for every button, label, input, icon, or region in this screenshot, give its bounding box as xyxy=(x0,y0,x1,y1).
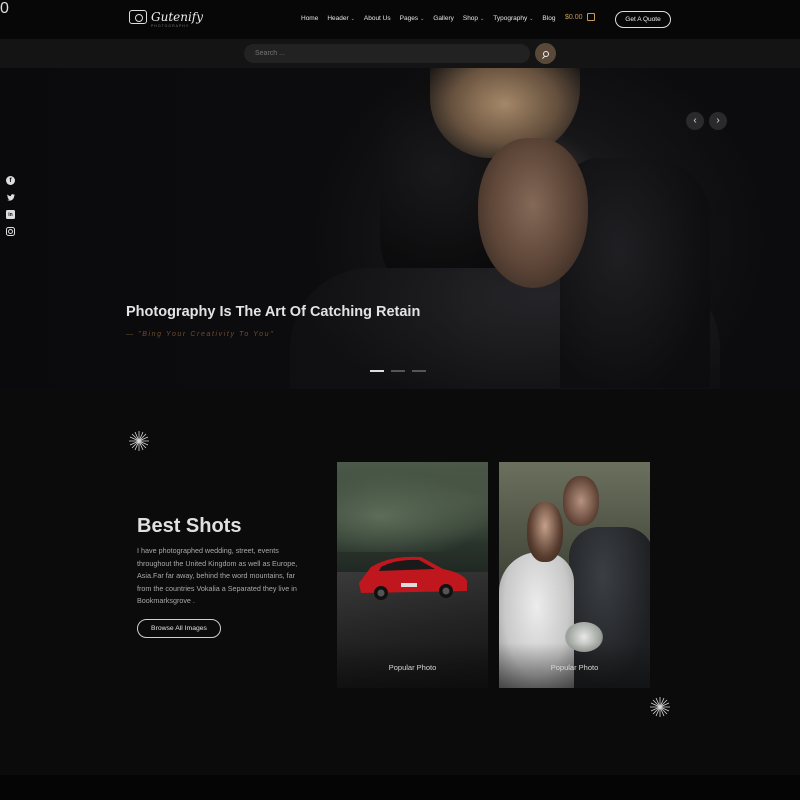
photo-groom xyxy=(563,476,599,526)
chevron-left-icon: ‹ xyxy=(693,115,697,126)
hero-overlay xyxy=(0,68,800,389)
browse-all-images-button[interactable]: Browse All Images xyxy=(137,619,221,638)
slider-prev-button[interactable]: ‹ xyxy=(686,112,704,130)
search-input[interactable] xyxy=(244,44,530,63)
facebook-icon[interactable]: f xyxy=(6,176,15,185)
photo-caption: Popular Photo xyxy=(388,663,437,672)
slider-pagination xyxy=(370,370,426,372)
site-header: Gutenify PHOTOGRAPHY Home Header ⌄ About … xyxy=(0,0,800,39)
nav-label: Header xyxy=(327,15,349,22)
nav-item-shop[interactable]: Shop ⌄ xyxy=(463,15,484,22)
nav-label: Gallery xyxy=(433,15,454,22)
nav-label: Blog xyxy=(542,15,556,22)
photo-card-car[interactable]: Popular Photo xyxy=(337,462,488,688)
slider-next-button[interactable]: › xyxy=(709,112,727,130)
cart-total: $0.00 xyxy=(565,13,583,21)
nav-label: Shop xyxy=(462,15,479,22)
hero-subtitle: — "Bing Your Creativity To You" xyxy=(126,331,275,338)
best-shots-section: Best Shots I have photographed wedding, … xyxy=(0,389,800,775)
search-bar xyxy=(0,39,800,68)
photo-caption: Popular Photo xyxy=(550,663,599,672)
sparkle-icon xyxy=(129,431,149,451)
cart-icon xyxy=(586,13,595,21)
footer-strip xyxy=(0,775,800,800)
section-description: I have photographed wedding, street, eve… xyxy=(137,546,298,605)
nav-item-home[interactable]: Home xyxy=(301,15,318,22)
section-title: Best Shots xyxy=(137,515,242,537)
slider-dot-2[interactable] xyxy=(391,370,405,372)
instagram-icon[interactable] xyxy=(6,227,15,236)
nav-label: Pages xyxy=(399,15,419,22)
linkedin-icon[interactable]: in xyxy=(6,210,15,219)
main-nav: Home Header ⌄ About Us Pages ⌄ Gallery Sho… xyxy=(301,15,564,22)
nav-label: Typography xyxy=(493,15,528,22)
logo-tagline: PHOTOGRAPHY xyxy=(151,24,190,28)
photo-card-wedding[interactable]: Popular Photo xyxy=(499,462,650,688)
nav-label: Home xyxy=(301,15,319,22)
chevron-down-icon: ⌄ xyxy=(480,15,485,22)
nav-item-typography[interactable]: Typography ⌄ xyxy=(493,15,533,22)
nav-item-pages[interactable]: Pages ⌄ xyxy=(400,15,425,22)
car-image xyxy=(359,556,467,600)
nav-item-gallery[interactable]: Gallery xyxy=(433,15,454,22)
twitter-icon[interactable] xyxy=(6,193,15,202)
slider-dot-1[interactable] xyxy=(370,370,384,372)
hero-title: Photography Is The Art Of Catching Retai… xyxy=(126,304,421,320)
site-logo[interactable]: Gutenify PHOTOGRAPHY xyxy=(129,10,204,28)
get-a-quote-button[interactable]: Get A Quote xyxy=(615,11,671,28)
search-button[interactable] xyxy=(535,43,556,64)
chevron-down-icon: ⌄ xyxy=(420,15,425,22)
page: Gutenify PHOTOGRAPHY Home Header ⌄ About … xyxy=(0,0,800,800)
camera-icon xyxy=(129,10,147,24)
nav-item-blog[interactable]: Blog xyxy=(542,15,555,22)
sparkle-icon xyxy=(650,697,670,717)
photo-background xyxy=(337,462,488,552)
hero-slider: Photography Is The Art Of Catching Retai… xyxy=(0,68,800,389)
chevron-down-icon: ⌄ xyxy=(350,15,355,22)
photo-bride xyxy=(527,502,563,562)
social-links: f in xyxy=(6,176,15,236)
chevron-down-icon: ⌄ xyxy=(529,15,534,22)
chevron-right-icon: › xyxy=(716,115,720,126)
cart-link[interactable]: $0.00 xyxy=(565,13,595,21)
cart-count-badge: 0 xyxy=(0,0,9,17)
slider-dot-3[interactable] xyxy=(412,370,426,372)
nav-item-header[interactable]: Header ⌄ xyxy=(327,15,355,22)
logo-text: Gutenify xyxy=(151,10,204,24)
nav-item-about-us[interactable]: About Us xyxy=(364,15,391,22)
search-icon xyxy=(542,50,549,57)
nav-label: About Us xyxy=(363,15,391,22)
